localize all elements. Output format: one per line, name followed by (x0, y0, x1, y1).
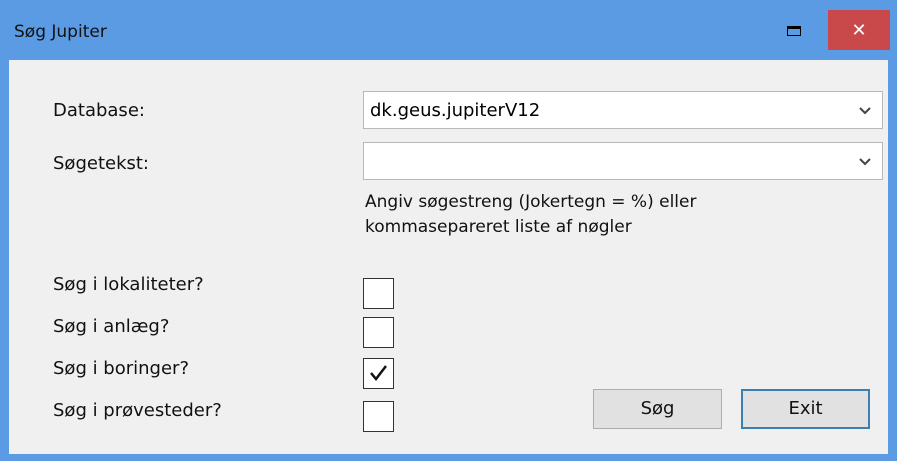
maximize-icon (787, 26, 801, 36)
checkbox-plants[interactable] (363, 317, 394, 348)
search-button[interactable]: Søg (593, 389, 722, 429)
checkbox-label-plants: Søg i anlæg? (53, 316, 170, 337)
search-text-combobox[interactable] (363, 142, 883, 180)
maximize-button[interactable] (770, 12, 818, 50)
close-button[interactable]: ✕ (828, 10, 890, 50)
chevron-down-icon[interactable] (858, 104, 872, 118)
window-title: Søg Jupiter (14, 22, 107, 42)
checkbox-label-sampling-sites: Søg i prøvesteder? (53, 400, 222, 421)
exit-button[interactable]: Exit (741, 389, 870, 429)
checkbox-boreholes[interactable] (363, 358, 394, 389)
search-text-label: Søgetekst: (53, 153, 149, 174)
checkbox-locations[interactable] (363, 278, 394, 309)
dialog-window: Søg Jupiter ✕ Database: dk.geus.jupiterV… (0, 0, 897, 461)
chevron-down-icon[interactable] (858, 155, 872, 169)
search-hint-text: Angiv søgestreng (Jokertegn = %) eller k… (365, 190, 696, 240)
database-value: dk.geus.jupiterV12 (370, 100, 541, 121)
checkbox-label-locations: Søg i lokaliteter? (53, 274, 204, 295)
database-combobox[interactable]: dk.geus.jupiterV12 (363, 91, 883, 129)
search-hint-line-2: kommasepareret liste af nøgler (365, 217, 632, 237)
dialog-client-area: Database: dk.geus.jupiterV12 Søgetekst: … (9, 60, 888, 454)
title-bar[interactable]: Søg Jupiter ✕ (0, 0, 897, 60)
close-icon: ✕ (851, 19, 867, 41)
search-hint-line-1: Angiv søgestreng (Jokertegn = %) eller (365, 192, 697, 212)
checkbox-sampling-sites[interactable] (363, 401, 394, 432)
checkmark-icon (370, 365, 387, 381)
database-label: Database: (53, 100, 145, 121)
checkbox-label-boreholes: Søg i boringer? (53, 358, 190, 379)
